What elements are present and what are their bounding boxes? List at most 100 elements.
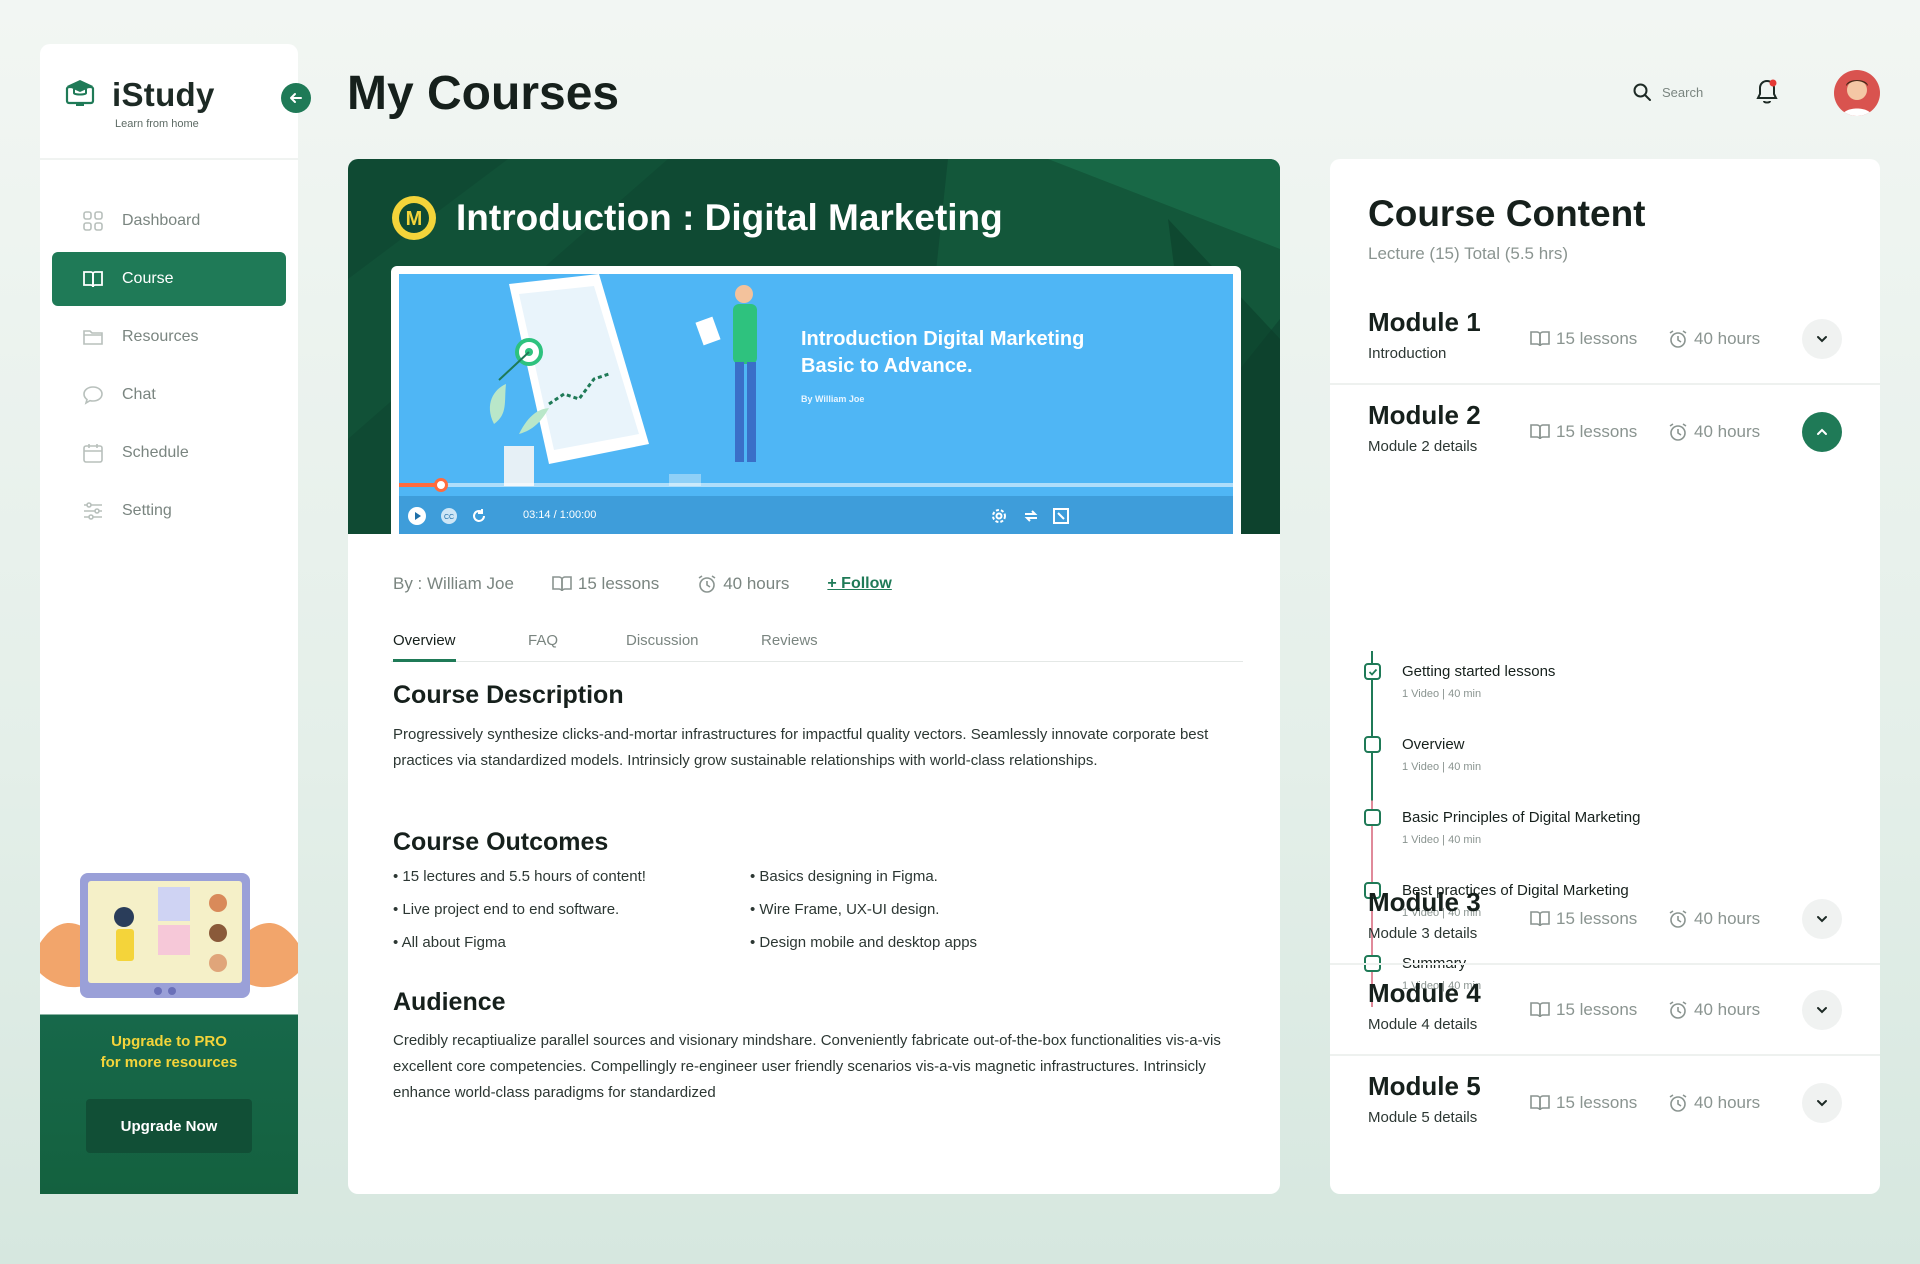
sidebar-item-chat[interactable]: Chat xyxy=(52,368,286,422)
sidebar-item-setting[interactable]: Setting xyxy=(52,484,286,538)
video-heading-line-1: Introduction Digital Marketing xyxy=(801,328,1085,350)
course-lessons: 15 lessons xyxy=(552,574,659,594)
brand-name: iStudy xyxy=(112,76,215,113)
check-icon xyxy=(1368,668,1377,676)
module-hours-label: 40 hours xyxy=(1694,1093,1761,1112)
alarm-clock-icon xyxy=(1669,1094,1687,1112)
expand-module-button[interactable] xyxy=(1802,990,1842,1030)
course-content-title: Course Content xyxy=(1368,193,1646,234)
lesson-checkbox[interactable] xyxy=(1364,736,1381,753)
logo[interactable]: iStudy Learn from home xyxy=(40,44,298,160)
course-meta: By : William Joe 15 lessons 40 hours + F… xyxy=(393,574,892,594)
sidebar-item-schedule[interactable]: Schedule xyxy=(52,426,286,480)
lesson-item[interactable]: Basic Principles of Digital Marketing 1 … xyxy=(1362,797,1842,855)
lesson-checkbox[interactable] xyxy=(1364,663,1381,680)
sidebar-item-label: Dashboard xyxy=(122,212,201,229)
sidebar-nav: Dashboard Course Resources Chat Schedule… xyxy=(52,194,286,542)
module-lessons-label: 15 lessons xyxy=(1556,329,1638,348)
expand-module-button[interactable] xyxy=(1802,319,1842,359)
outcome-item: • Wire Frame, UX-UI design. xyxy=(750,901,940,918)
module-lessons: 15 lessons xyxy=(1530,1000,1637,1020)
module-title: Module 1 xyxy=(1368,307,1481,337)
lesson-item[interactable]: Overview 1 Video | 40 min xyxy=(1362,724,1842,782)
sidebar-item-resources[interactable]: Resources xyxy=(52,310,286,364)
tab-overview[interactable]: Overview xyxy=(393,632,456,662)
course-logo-icon: M xyxy=(392,196,436,240)
play-icon[interactable] xyxy=(407,506,427,526)
upgrade-now-button[interactable]: Upgrade Now xyxy=(86,1099,252,1153)
bell-icon xyxy=(1756,79,1778,104)
module-hours-label: 40 hours xyxy=(1694,1000,1761,1019)
fullscreen-icon[interactable] xyxy=(1051,506,1071,526)
video-progress-bar[interactable] xyxy=(399,483,1233,487)
captions-icon[interactable]: CC xyxy=(439,506,459,526)
grid-icon xyxy=(82,210,104,232)
module-hours: 40 hours xyxy=(1668,329,1760,349)
book-icon xyxy=(1530,424,1550,440)
sidebar: iStudy Learn from home Dashboard Course xyxy=(40,44,298,1194)
promo-line-1: Upgrade to PRO xyxy=(111,1033,227,1050)
module-lessons-label: 15 lessons xyxy=(1556,422,1638,441)
video-byline: By William Joe xyxy=(801,394,865,404)
module-lessons-label: 15 lessons xyxy=(1556,1000,1638,1019)
video-player[interactable]: Introduction Digital Marketing Basic to … xyxy=(391,266,1241,534)
replay-icon[interactable] xyxy=(469,506,489,526)
alarm-clock-icon xyxy=(1669,423,1687,441)
video-seek-handle[interactable] xyxy=(433,478,448,492)
settings-gear-icon[interactable] xyxy=(989,506,1009,526)
module-hours: 40 hours xyxy=(1668,422,1760,442)
course-hours-label: 40 hours xyxy=(723,574,790,593)
notifications-button[interactable] xyxy=(1754,78,1780,106)
course-hero: M Introduction : Digital Marketing Intro… xyxy=(348,159,1280,534)
lesson-meta: 1 Video | 40 min xyxy=(1402,761,1482,773)
lesson-meta: 1 Video | 40 min xyxy=(1402,688,1482,700)
book-icon xyxy=(552,576,572,592)
module-lessons: 15 lessons xyxy=(1530,1093,1637,1113)
expand-module-button[interactable] xyxy=(1802,1083,1842,1123)
course-description: Progressively synthesize clicks-and-mort… xyxy=(393,726,1209,769)
outcome-item: • 15 lectures and 5.5 hours of content! xyxy=(393,868,646,885)
avatar[interactable] xyxy=(1834,70,1880,116)
sidebar-item-label: Course xyxy=(122,270,174,287)
alarm-clock-icon xyxy=(1669,330,1687,348)
module-divider xyxy=(1330,1054,1880,1056)
brand-tagline: Learn from home xyxy=(115,118,199,130)
chevron-down-icon xyxy=(1817,916,1827,923)
book-icon xyxy=(82,268,104,290)
audience-title: Audience xyxy=(393,988,506,1016)
user-avatar-image xyxy=(1834,70,1880,116)
lesson-item[interactable]: Getting started lessons 1 Video | 40 min xyxy=(1362,651,1842,709)
search-button[interactable]: Search xyxy=(1632,82,1703,102)
module-divider xyxy=(1330,383,1880,385)
loop-icon[interactable] xyxy=(1021,506,1041,526)
module-hours: 40 hours xyxy=(1668,909,1760,929)
sidebar-item-course[interactable]: Course xyxy=(52,252,286,306)
graduation-monitor-icon xyxy=(65,80,95,106)
tab-reviews[interactable]: Reviews xyxy=(761,632,818,659)
collapse-module-button[interactable] xyxy=(1802,412,1842,452)
outcome-item: • Basics designing in Figma. xyxy=(750,868,938,885)
lesson-checkbox[interactable] xyxy=(1364,809,1381,826)
module-lessons: 15 lessons xyxy=(1530,422,1637,442)
follow-link[interactable]: + Follow xyxy=(827,575,891,593)
expand-module-button[interactable] xyxy=(1802,899,1842,939)
module-hours: 40 hours xyxy=(1668,1000,1760,1020)
module-2-lessons: Getting started lessons 1 Video | 40 min… xyxy=(1362,651,1842,1011)
sidebar-item-dashboard[interactable]: Dashboard xyxy=(52,194,286,248)
module-lessons: 15 lessons xyxy=(1530,909,1637,929)
course-content-panel: Course Content Lecture (15) Total (5.5 h… xyxy=(1330,159,1880,1194)
search-label: Search xyxy=(1662,84,1704,100)
arrow-left-icon xyxy=(290,93,302,103)
collapse-sidebar-button[interactable] xyxy=(281,83,311,113)
module-lessons-label: 15 lessons xyxy=(1556,1093,1638,1112)
course-author: By : William Joe xyxy=(393,574,514,593)
module-lessons: 15 lessons xyxy=(1530,329,1637,349)
lesson-title: Basic Principles of Digital Marketing xyxy=(1402,809,1641,826)
video-screen[interactable]: Introduction Digital Marketing Basic to … xyxy=(399,274,1233,534)
module-hours-label: 40 hours xyxy=(1694,909,1761,928)
course-lessons-label: 15 lessons xyxy=(577,574,660,593)
tab-discussion[interactable]: Discussion xyxy=(626,632,699,659)
course-tabs: Overview FAQ Discussion Reviews xyxy=(391,622,1243,662)
tab-faq[interactable]: FAQ xyxy=(528,632,558,659)
alarm-clock-icon xyxy=(698,575,716,593)
